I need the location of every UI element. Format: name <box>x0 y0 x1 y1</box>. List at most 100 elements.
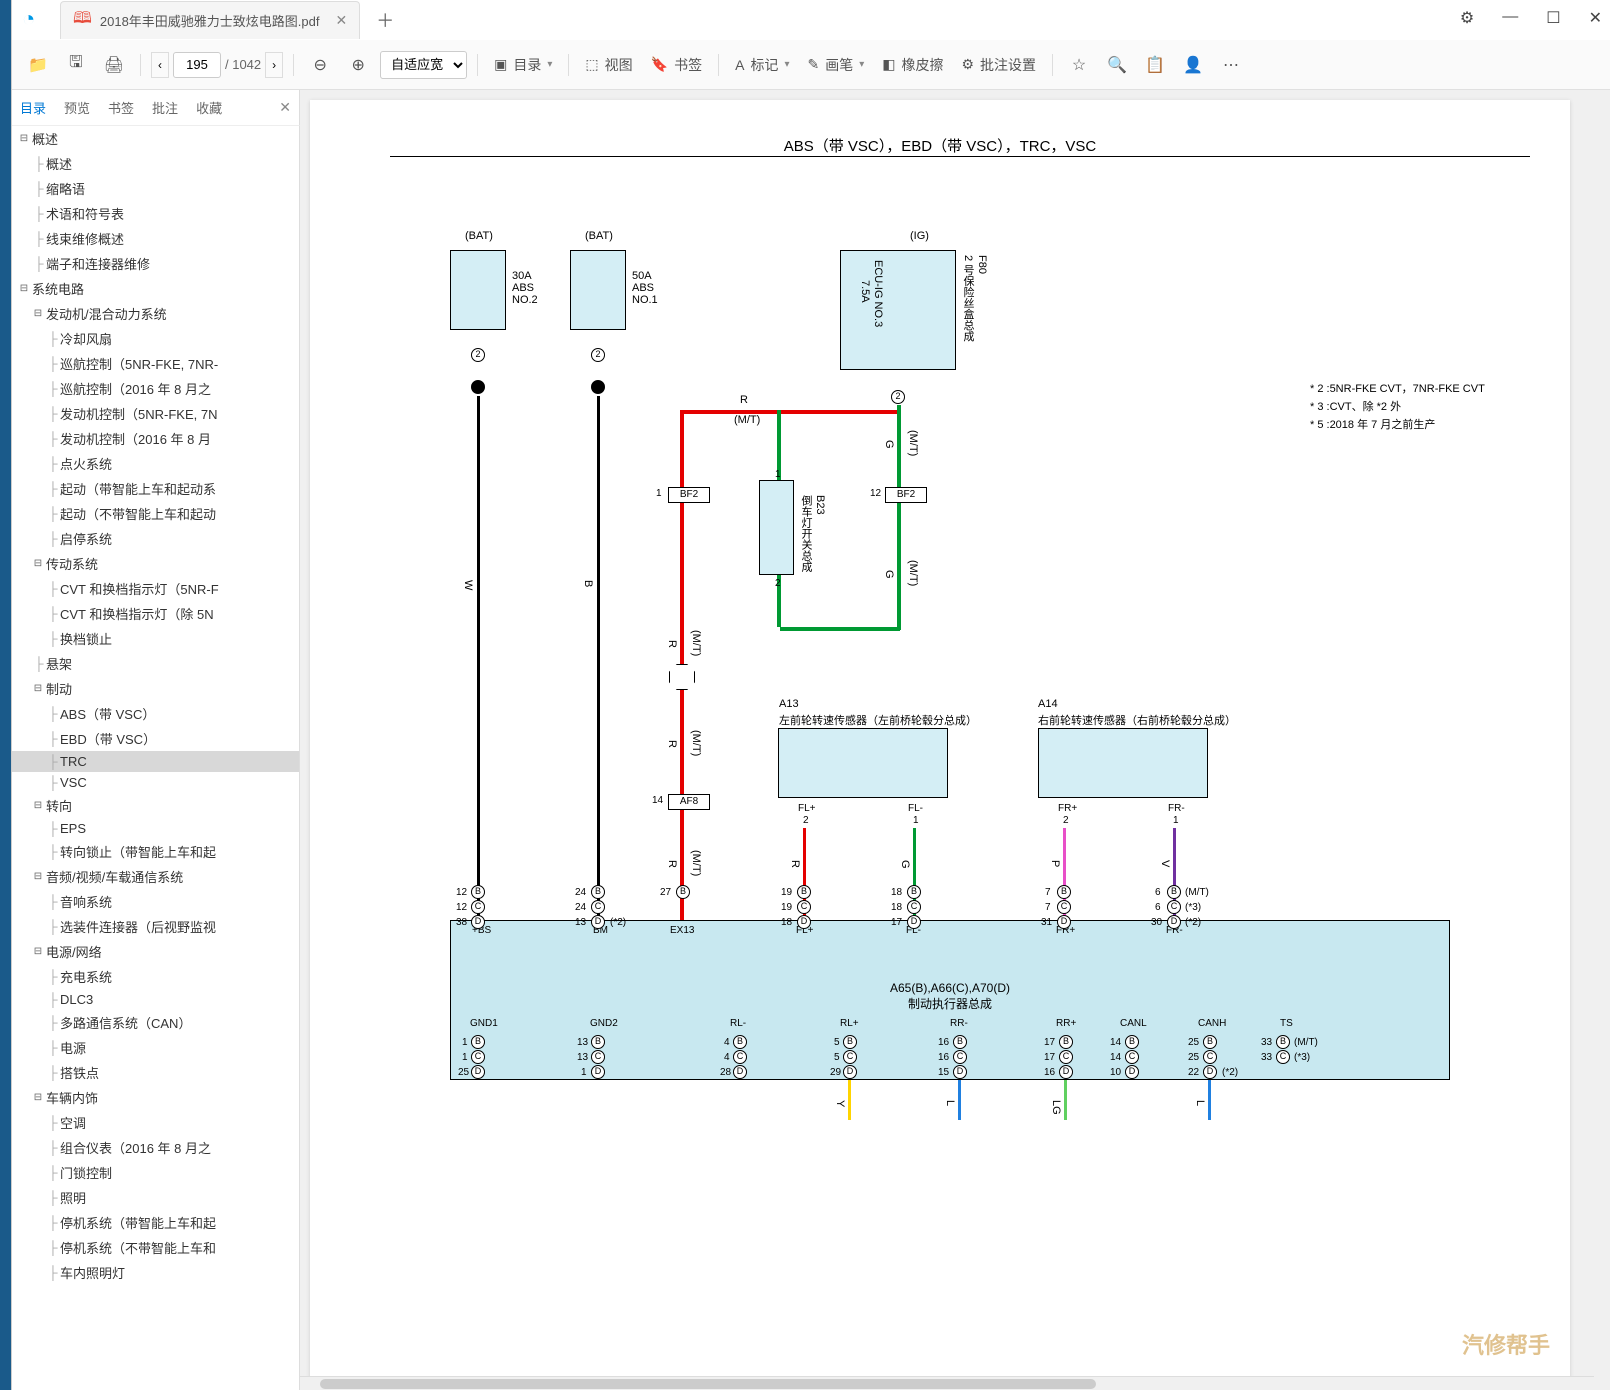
outline-tree[interactable]: ⊟概述├概述├缩略语├术语和符号表├线束维修概述├端子和连接器维修⊟系统电路⊟发… <box>12 126 300 1390</box>
tree-toggle-icon[interactable]: ⊟ <box>32 558 44 569</box>
tree-toggle-icon[interactable]: ⊟ <box>32 683 44 694</box>
tab-preview[interactable]: 预览 <box>64 98 90 117</box>
document-canvas[interactable]: ABS（带 VSC），EBD（带 VSC），TRC，VSC * 2 :5NR-F… <box>300 90 1610 1390</box>
outline-item[interactable]: ├照明 <box>12 1185 299 1210</box>
outline-item[interactable]: ├停机系统（不带智能上车和 <box>12 1235 299 1260</box>
search-button[interactable]: 🔍 <box>1101 49 1133 81</box>
outline-item[interactable]: ├巡航控制（5NR-FKE, 7NR- <box>12 351 299 376</box>
outline-item[interactable]: ├空调 <box>12 1110 299 1135</box>
close-window-button[interactable]: ✕ <box>1589 8 1602 28</box>
tree-toggle-icon[interactable]: ⊟ <box>32 308 44 319</box>
tree-toggle-icon[interactable]: ⊟ <box>32 800 44 811</box>
outline-item[interactable]: ├停机系统（带智能上车和起 <box>12 1210 299 1235</box>
tab-bookmark[interactable]: 书签 <box>108 98 134 117</box>
outline-item[interactable]: ├EBD（带 VSC） <box>12 726 299 751</box>
title-bar: ◔ 🕮 2018年丰田威驰雅力士致炫电路图.pdf ✕ ＋ ⚙ — ☐ ✕ <box>12 0 1610 40</box>
open-file-button[interactable]: 📁 <box>22 49 54 81</box>
tree-toggle-icon[interactable]: ⊟ <box>32 871 44 882</box>
outline-item[interactable]: ├搭铁点 <box>12 1060 299 1085</box>
outline-label: EBD（带 VSC） <box>60 729 156 748</box>
outline-item[interactable]: ├线束维修概述 <box>12 226 299 251</box>
star-button[interactable]: ☆ <box>1063 49 1095 81</box>
zoom-mode-select[interactable]: 自适应宽 <box>380 51 467 79</box>
outline-item[interactable]: ├CVT 和换档指示灯（除 5N <box>12 601 299 626</box>
outline-item[interactable]: ├多路通信系统（CAN） <box>12 1010 299 1035</box>
close-tab-icon[interactable]: ✕ <box>335 12 347 29</box>
outline-item[interactable]: ├组合仪表（2016 年 8 月之 <box>12 1135 299 1160</box>
outline-item[interactable]: ├发动机控制（2016 年 8 月 <box>12 426 299 451</box>
outline-item[interactable]: ├ABS（带 VSC） <box>12 701 299 726</box>
outline-item[interactable]: ├VSC <box>12 772 299 793</box>
more-button[interactable]: ⋯ <box>1215 49 1247 81</box>
prev-page-button[interactable]: ‹ <box>151 52 169 78</box>
scrollbar-thumb[interactable] <box>320 1379 1096 1389</box>
chevron-down-icon: ▾ <box>859 59 864 70</box>
brush-button[interactable]: ✎ 画笔 ▾ <box>801 55 870 75</box>
zoom-out-button[interactable]: ⊖ <box>304 49 336 81</box>
outline-item[interactable]: ├CVT 和换档指示灯（5NR-F <box>12 576 299 601</box>
outline-item[interactable]: ├缩略语 <box>12 176 299 201</box>
outline-item[interactable]: ├概述 <box>12 151 299 176</box>
outline-item[interactable]: ├选装件连接器（后视野监视 <box>12 914 299 939</box>
horizontal-scrollbar[interactable] <box>300 1376 1594 1390</box>
tab-annotate[interactable]: 批注 <box>152 98 178 117</box>
tree-toggle-icon[interactable]: ⊟ <box>32 1092 44 1103</box>
outline-item[interactable]: ⊟车辆内饰 <box>12 1085 299 1110</box>
save-button[interactable]: 🖫 <box>60 49 92 81</box>
print-button[interactable]: 🖨 <box>98 49 130 81</box>
outline-item[interactable]: ⊟音频/视频/车载通信系统 <box>12 864 299 889</box>
outline-label: 车内照明灯 <box>60 1263 125 1282</box>
tree-toggle-icon[interactable]: ⊟ <box>18 283 30 294</box>
outline-item[interactable]: ├巡航控制（2016 年 8 月之 <box>12 376 299 401</box>
zoom-in-button[interactable]: ⊕ <box>342 49 374 81</box>
add-tab-button[interactable]: ＋ <box>376 7 394 33</box>
tab-catalog[interactable]: 目录 <box>20 98 46 117</box>
outline-item[interactable]: ├启停系统 <box>12 526 299 551</box>
outline-item[interactable]: ├门锁控制 <box>12 1160 299 1185</box>
outline-item[interactable]: ├点火系统 <box>12 451 299 476</box>
batch-settings-button[interactable]: ⚙ 批注设置 <box>955 55 1042 75</box>
user-button[interactable]: 👤 <box>1177 49 1209 81</box>
eraser-button[interactable]: ◧ 橡皮擦 <box>876 55 949 75</box>
outline-item[interactable]: ⊟传动系统 <box>12 551 299 576</box>
maximize-button[interactable]: ☐ <box>1546 8 1560 28</box>
title-rule <box>390 156 1530 157</box>
outline-item[interactable]: ⊟制动 <box>12 676 299 701</box>
outline-item[interactable]: ⊟转向 <box>12 793 299 818</box>
outline-item[interactable]: ├发动机控制（5NR-FKE, 7N <box>12 401 299 426</box>
outline-item[interactable]: ⊟系统电路 <box>12 276 299 301</box>
tree-toggle-icon[interactable]: ⊟ <box>18 133 30 144</box>
outline-item[interactable]: ⊟发动机/混合动力系统 <box>12 301 299 326</box>
outline-item[interactable]: ⊟电源/网络 <box>12 939 299 964</box>
minimize-button[interactable]: — <box>1502 8 1518 28</box>
catalog-button[interactable]: ▣ 目录 ▾ <box>488 55 558 75</box>
outline-item[interactable]: ├换档锁止 <box>12 626 299 651</box>
outline-item[interactable]: ├转向锁止（带智能上车和起 <box>12 839 299 864</box>
octagon-node <box>669 664 695 690</box>
view-button[interactable]: ⬚ 视图 <box>579 55 638 75</box>
outline-item[interactable]: ├充电系统 <box>12 964 299 989</box>
outline-item[interactable]: ├端子和连接器维修 <box>12 251 299 276</box>
outline-item[interactable]: ├冷却风扇 <box>12 326 299 351</box>
outline-item[interactable]: ├起动（不带智能上车和起动 <box>12 501 299 526</box>
page-number-input[interactable] <box>173 52 221 78</box>
clipboard-button[interactable]: 📋 <box>1139 49 1171 81</box>
next-page-button[interactable]: › <box>265 52 283 78</box>
document-tab[interactable]: 🕮 2018年丰田威驰雅力士致炫电路图.pdf ✕ <box>60 1 360 39</box>
tree-toggle-icon[interactable]: ⊟ <box>32 946 44 957</box>
outline-item[interactable]: ├EPS <box>12 818 299 839</box>
outline-item[interactable]: ├TRC <box>12 751 299 772</box>
outline-item[interactable]: ├车内照明灯 <box>12 1260 299 1285</box>
close-sidebar-icon[interactable]: ✕ <box>279 99 291 116</box>
outline-item[interactable]: ├电源 <box>12 1035 299 1060</box>
outline-item[interactable]: ├术语和符号表 <box>12 201 299 226</box>
outline-item[interactable]: ├悬架 <box>12 651 299 676</box>
mark-button[interactable]: A 标记 ▾ <box>729 55 795 75</box>
bookmark-button[interactable]: 🔖 书签 <box>645 55 708 75</box>
outline-item[interactable]: ├DLC3 <box>12 989 299 1010</box>
settings-icon[interactable]: ⚙ <box>1460 8 1474 28</box>
outline-item[interactable]: ⊟概述 <box>12 126 299 151</box>
outline-item[interactable]: ├音响系统 <box>12 889 299 914</box>
tab-favorite[interactable]: 收藏 <box>196 98 222 117</box>
outline-item[interactable]: ├起动（带智能上车和起动系 <box>12 476 299 501</box>
